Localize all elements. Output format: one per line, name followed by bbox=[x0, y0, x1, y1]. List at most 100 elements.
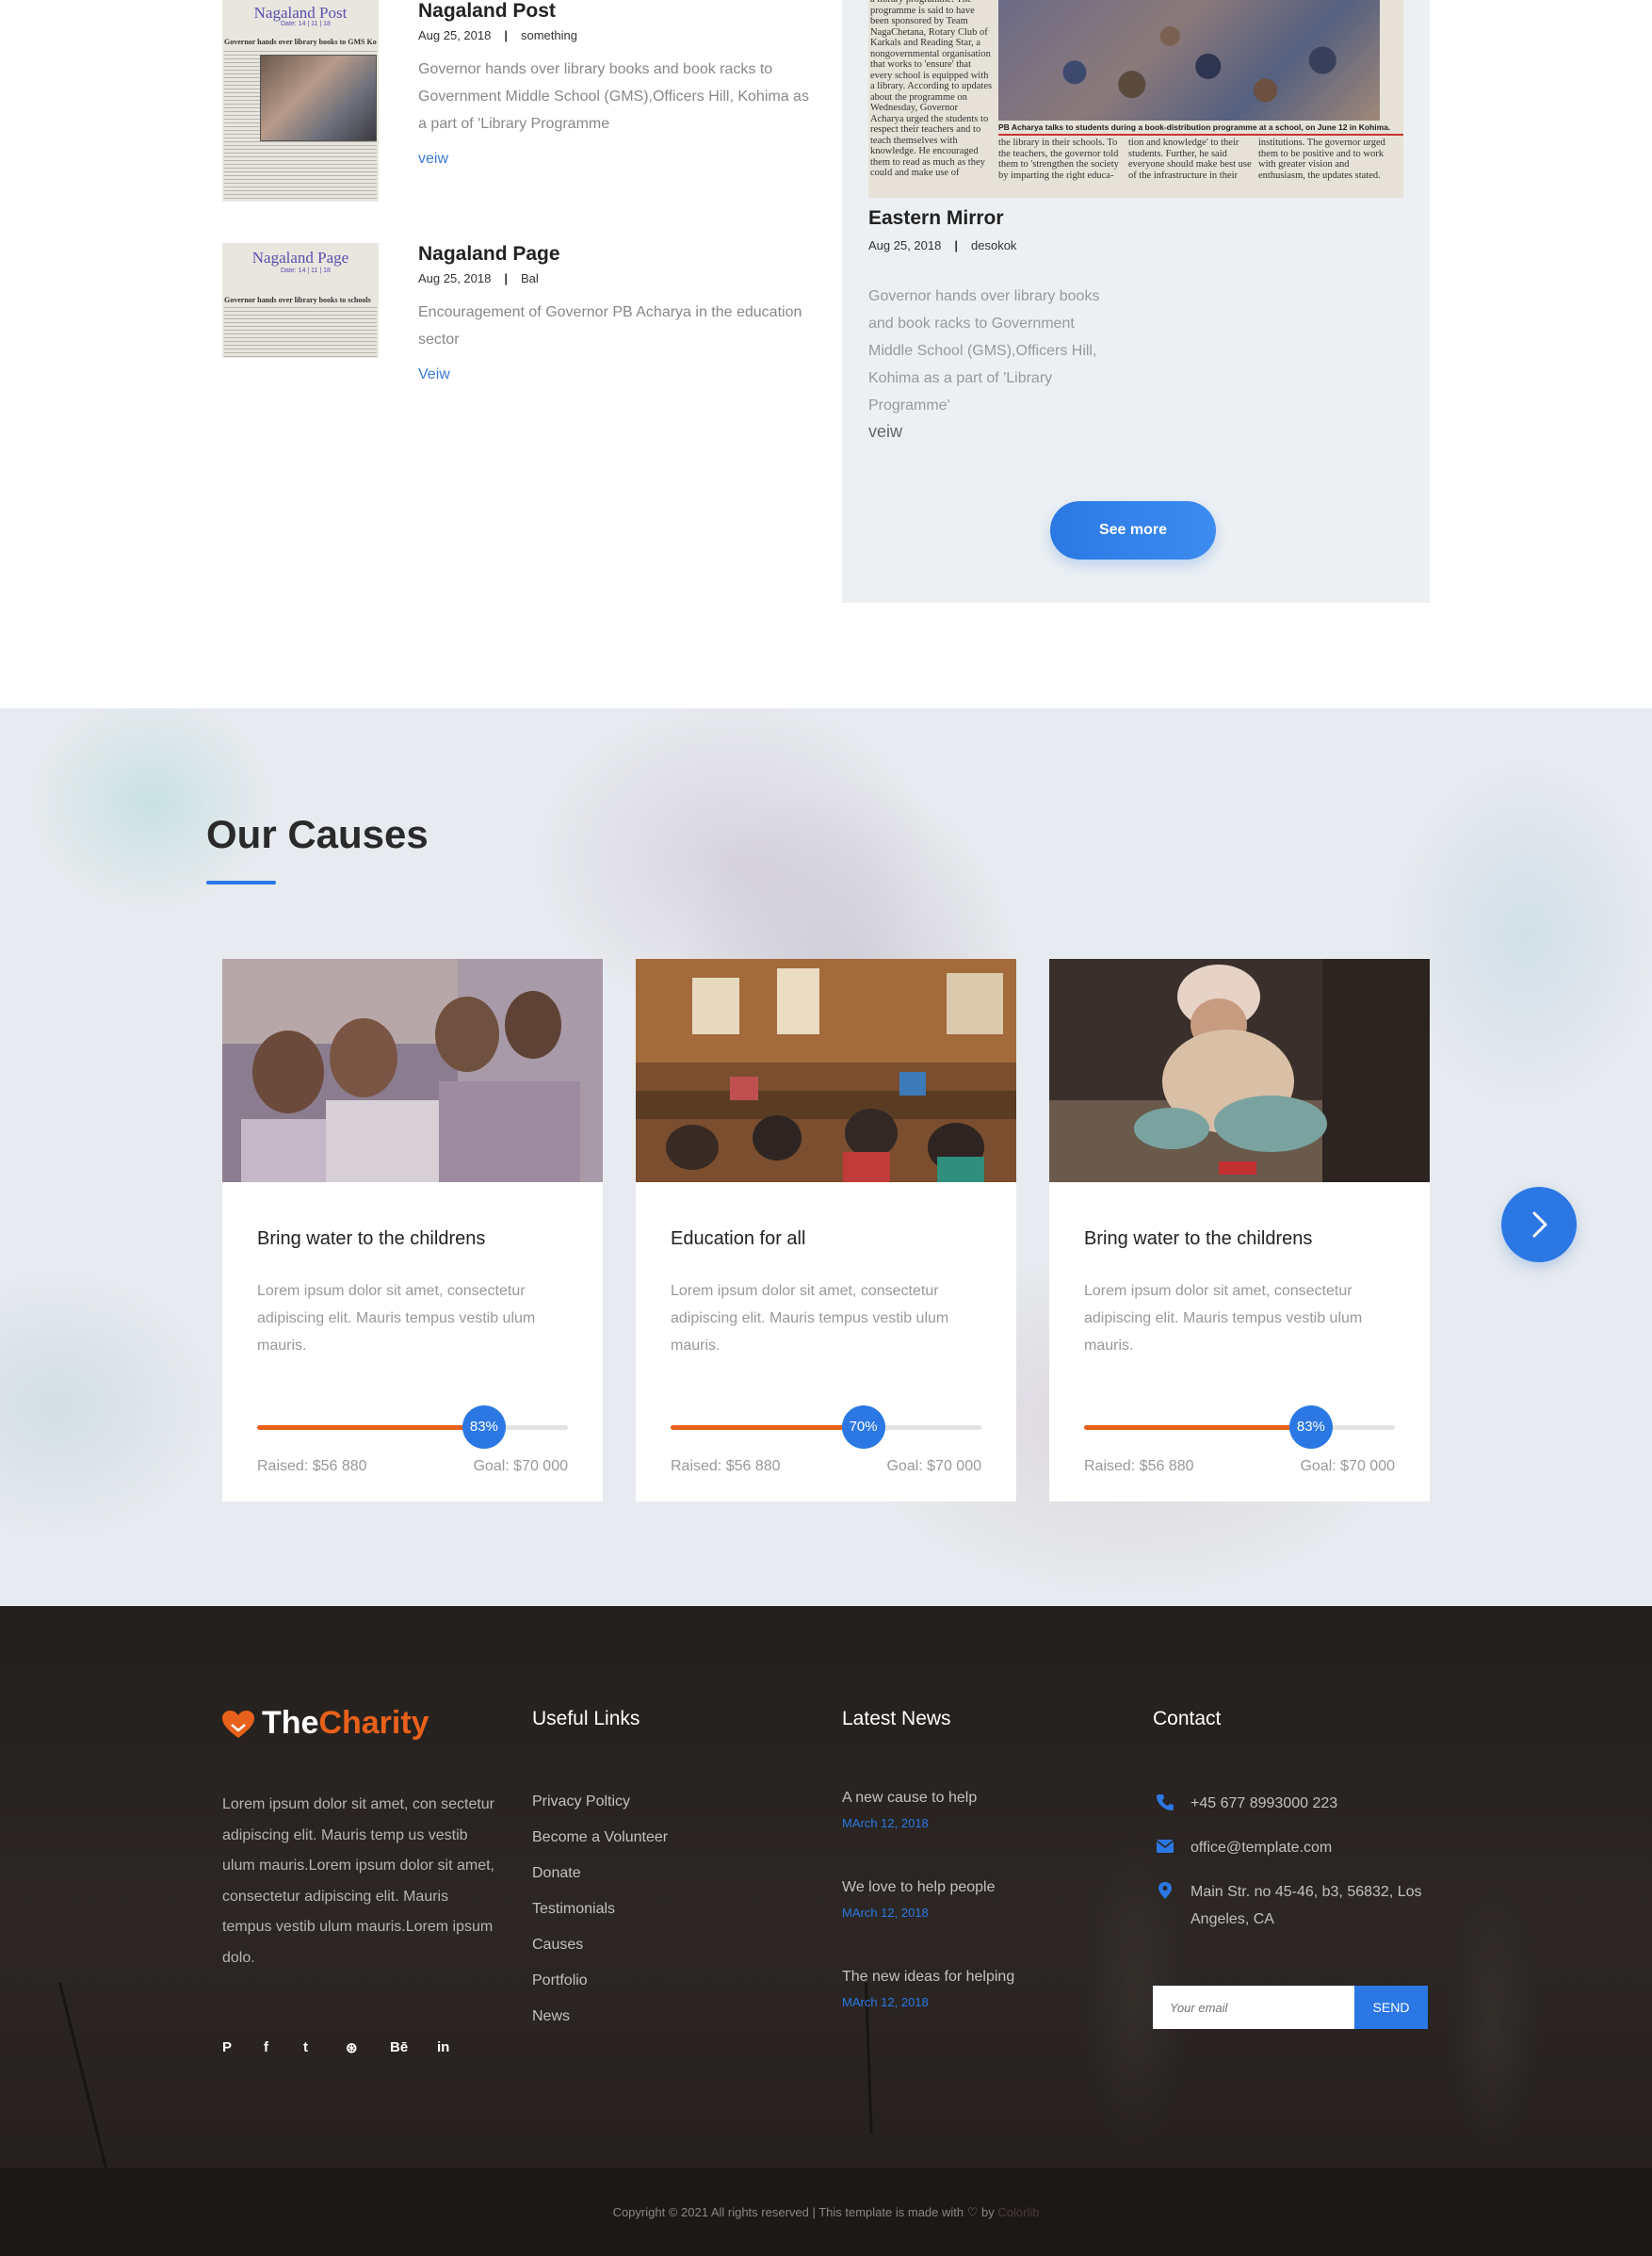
news-title[interactable]: Eastern Mirror bbox=[868, 207, 1004, 230]
contact-email: office@template.com bbox=[1153, 1834, 1435, 1861]
news-author: Bal bbox=[521, 271, 539, 285]
classroom-photo bbox=[636, 959, 1016, 1182]
news-meta: Aug 25, 2018 | something bbox=[418, 28, 814, 42]
author-link[interactable]: Colorlib bbox=[997, 2205, 1039, 2219]
news-text: Nagaland Post Aug 25, 2018 | something Gov… bbox=[418, 0, 814, 168]
cause-card[interactable]: Education for all Lorem ipsum dolor sit … bbox=[636, 959, 1016, 1501]
news-description: Encouragement of Governor PB Acharya in … bbox=[418, 304, 802, 348]
latest-news-title[interactable]: A new cause to help bbox=[842, 1790, 1014, 1807]
news-item: Nagaland Post Date: 14 | 11 | 18 Governo… bbox=[222, 0, 809, 207]
clipping-text-lines bbox=[224, 307, 377, 358]
clipping-dateline: Date: 14 | 11 | 18 bbox=[281, 268, 331, 274]
logo-text-the: The bbox=[262, 1705, 319, 1741]
news-date: Aug 25, 2018 bbox=[418, 28, 492, 42]
contact-phone-text[interactable]: +45 677 8993000 223 bbox=[1190, 1795, 1337, 1811]
featured-news-card: a library programme. The programme is sa… bbox=[842, 0, 1430, 603]
progress-track: 83% bbox=[1084, 1405, 1395, 1449]
cause-title[interactable]: Bring water to the childrens bbox=[1084, 1228, 1312, 1250]
phone-icon bbox=[1157, 1794, 1174, 1810]
news-thumbnail[interactable]: Nagaland Post Date: 14 | 11 | 18 Governo… bbox=[222, 0, 379, 202]
progress-track: 83% bbox=[257, 1405, 568, 1449]
contact-title: Contact bbox=[1153, 1708, 1222, 1729]
contact-email-text[interactable]: office@template.com bbox=[1190, 1840, 1332, 1856]
footer-link-causes[interactable]: Causes bbox=[532, 1936, 668, 1972]
footer-link-donate[interactable]: Donate bbox=[532, 1864, 668, 1900]
footer-link-news[interactable]: News bbox=[532, 2007, 668, 2043]
news-section: Nagaland Post Date: 14 | 11 | 18 Governo… bbox=[0, 0, 1652, 708]
cause-image bbox=[636, 959, 1016, 1182]
dribbble-icon[interactable]: ⊛ bbox=[346, 2039, 358, 2056]
linkedin-icon[interactable]: in bbox=[437, 2039, 449, 2055]
logo-text: TheCharity bbox=[262, 1705, 429, 1742]
news-view-link[interactable]: Veiw bbox=[418, 366, 814, 383]
useful-links-title: Useful Links bbox=[532, 1708, 640, 1729]
news-author: desokok bbox=[971, 238, 1017, 252]
news-text: Nagaland Page Aug 25, 2018 | Bal Encourage… bbox=[418, 243, 814, 383]
clipping-columns: the library in their schools. To the tea… bbox=[998, 138, 1394, 181]
footer-about-text: Lorem ipsum dolor sit amet, con sectetur… bbox=[222, 1796, 495, 1966]
latest-news-item[interactable]: The new ideas for helping MArch 12, 2018 bbox=[842, 1969, 1014, 2058]
news-date: Aug 25, 2018 bbox=[868, 238, 942, 252]
news-title[interactable]: Nagaland Post bbox=[418, 0, 814, 23]
clipping-dateline: Date: 14 | 11 | 18 bbox=[281, 21, 331, 27]
latest-news-item[interactable]: We love to help people MArch 12, 2018 bbox=[842, 1879, 1014, 1969]
facebook-icon[interactable]: f bbox=[264, 2039, 268, 2055]
cause-description: Lorem ipsum dolor sit amet, consectetur … bbox=[671, 1283, 949, 1354]
goal-amount: Goal: $70 000 bbox=[1300, 1458, 1395, 1474]
news-view-link[interactable]: veiw bbox=[868, 422, 902, 442]
cause-title[interactable]: Education for all bbox=[671, 1228, 805, 1250]
clipping-column: a library programme. The programme is sa… bbox=[870, 0, 993, 178]
clipping-masthead: Nagaland Post bbox=[253, 4, 348, 22]
raised-amount: Raised: $56 880 bbox=[1084, 1458, 1194, 1474]
raised-amount: Raised: $56 880 bbox=[257, 1458, 367, 1474]
useful-links-list: Privacy Polticy Become a Volunteer Donat… bbox=[532, 1793, 668, 2043]
news-title[interactable]: Nagaland Page bbox=[418, 243, 814, 266]
news-thumbnail[interactable]: Nagaland Page Date: 14 | 11 | 18 Governo… bbox=[222, 243, 379, 358]
news-date: Aug 25, 2018 bbox=[418, 271, 492, 285]
cause-description: Lorem ipsum dolor sit amet, consectetur … bbox=[1084, 1283, 1363, 1354]
news-meta: Aug 25, 2018 | desokok bbox=[868, 238, 1016, 252]
email-input[interactable] bbox=[1153, 1986, 1354, 2029]
cause-title[interactable]: Bring water to the childrens bbox=[257, 1228, 485, 1250]
title-underline bbox=[206, 881, 276, 885]
featured-clipping-image[interactable]: a library programme. The programme is sa… bbox=[868, 0, 1403, 198]
latest-news-title[interactable]: The new ideas for helping bbox=[842, 1969, 1014, 1986]
news-view-link[interactable]: veiw bbox=[418, 151, 814, 168]
contact-phone: +45 677 8993000 223 bbox=[1153, 1790, 1435, 1817]
behance-icon[interactable]: Bē bbox=[390, 2039, 408, 2055]
meta-separator: | bbox=[504, 28, 508, 42]
chevron-right-icon bbox=[1532, 1211, 1547, 1238]
footer-link-portfolio[interactable]: Portfolio bbox=[532, 1972, 668, 2007]
copyright-text: Copyright © 2021 All rights reserved | T… bbox=[612, 2205, 995, 2219]
twitter-icon[interactable]: t bbox=[303, 2039, 308, 2055]
raised-amount: Raised: $56 880 bbox=[671, 1458, 781, 1474]
contact-address: Main Str. no 45-46, b3, 56832, Los Angel… bbox=[1153, 1878, 1435, 1933]
clipping-headline: Governor hands over library books to sch… bbox=[224, 296, 371, 304]
progress-percent-badge: 83% bbox=[1288, 1405, 1333, 1449]
footer-link-privacy[interactable]: Privacy Polticy bbox=[532, 1793, 668, 1828]
news-description: Governor hands over library books and bo… bbox=[418, 61, 809, 132]
clipping-headline: Governor hands over library books to GMS… bbox=[224, 38, 377, 46]
send-button[interactable]: SEND bbox=[1354, 1986, 1428, 2029]
progress-track: 70% bbox=[671, 1405, 981, 1449]
news-item: Nagaland Page Date: 14 | 11 | 18 Governo… bbox=[222, 243, 806, 431]
newsletter-form: SEND bbox=[1153, 1986, 1428, 2029]
cause-card[interactable]: Bring water to the childrens Lorem ipsum… bbox=[222, 959, 603, 1501]
pinterest-icon[interactable]: P bbox=[222, 2039, 232, 2055]
clipping-column: institutions. The governor urged them to… bbox=[1258, 138, 1385, 181]
cause-card[interactable]: Bring water to the childrens Lorem ipsum… bbox=[1049, 959, 1430, 1501]
latest-news-item[interactable]: A new cause to help MArch 12, 2018 bbox=[842, 1790, 1014, 1879]
envelope-icon bbox=[1157, 1840, 1174, 1853]
latest-news-date: MArch 12, 2018 bbox=[842, 1816, 929, 1830]
footer-link-testimonials[interactable]: Testimonials bbox=[532, 1900, 668, 1936]
copyright-bar: Copyright © 2021 All rights reserved | T… bbox=[0, 2168, 1652, 2256]
latest-news-title[interactable]: We love to help people bbox=[842, 1879, 1014, 1896]
footer-link-volunteer[interactable]: Become a Volunteer bbox=[532, 1828, 668, 1864]
child-playing-photo bbox=[1049, 959, 1430, 1182]
see-more-button[interactable]: See more bbox=[1050, 501, 1216, 560]
clipping-photo bbox=[260, 55, 377, 141]
meta-separator: | bbox=[954, 238, 958, 252]
carousel-next-button[interactable] bbox=[1501, 1187, 1577, 1262]
progress-fill bbox=[1084, 1425, 1311, 1430]
news-author: something bbox=[521, 28, 577, 42]
